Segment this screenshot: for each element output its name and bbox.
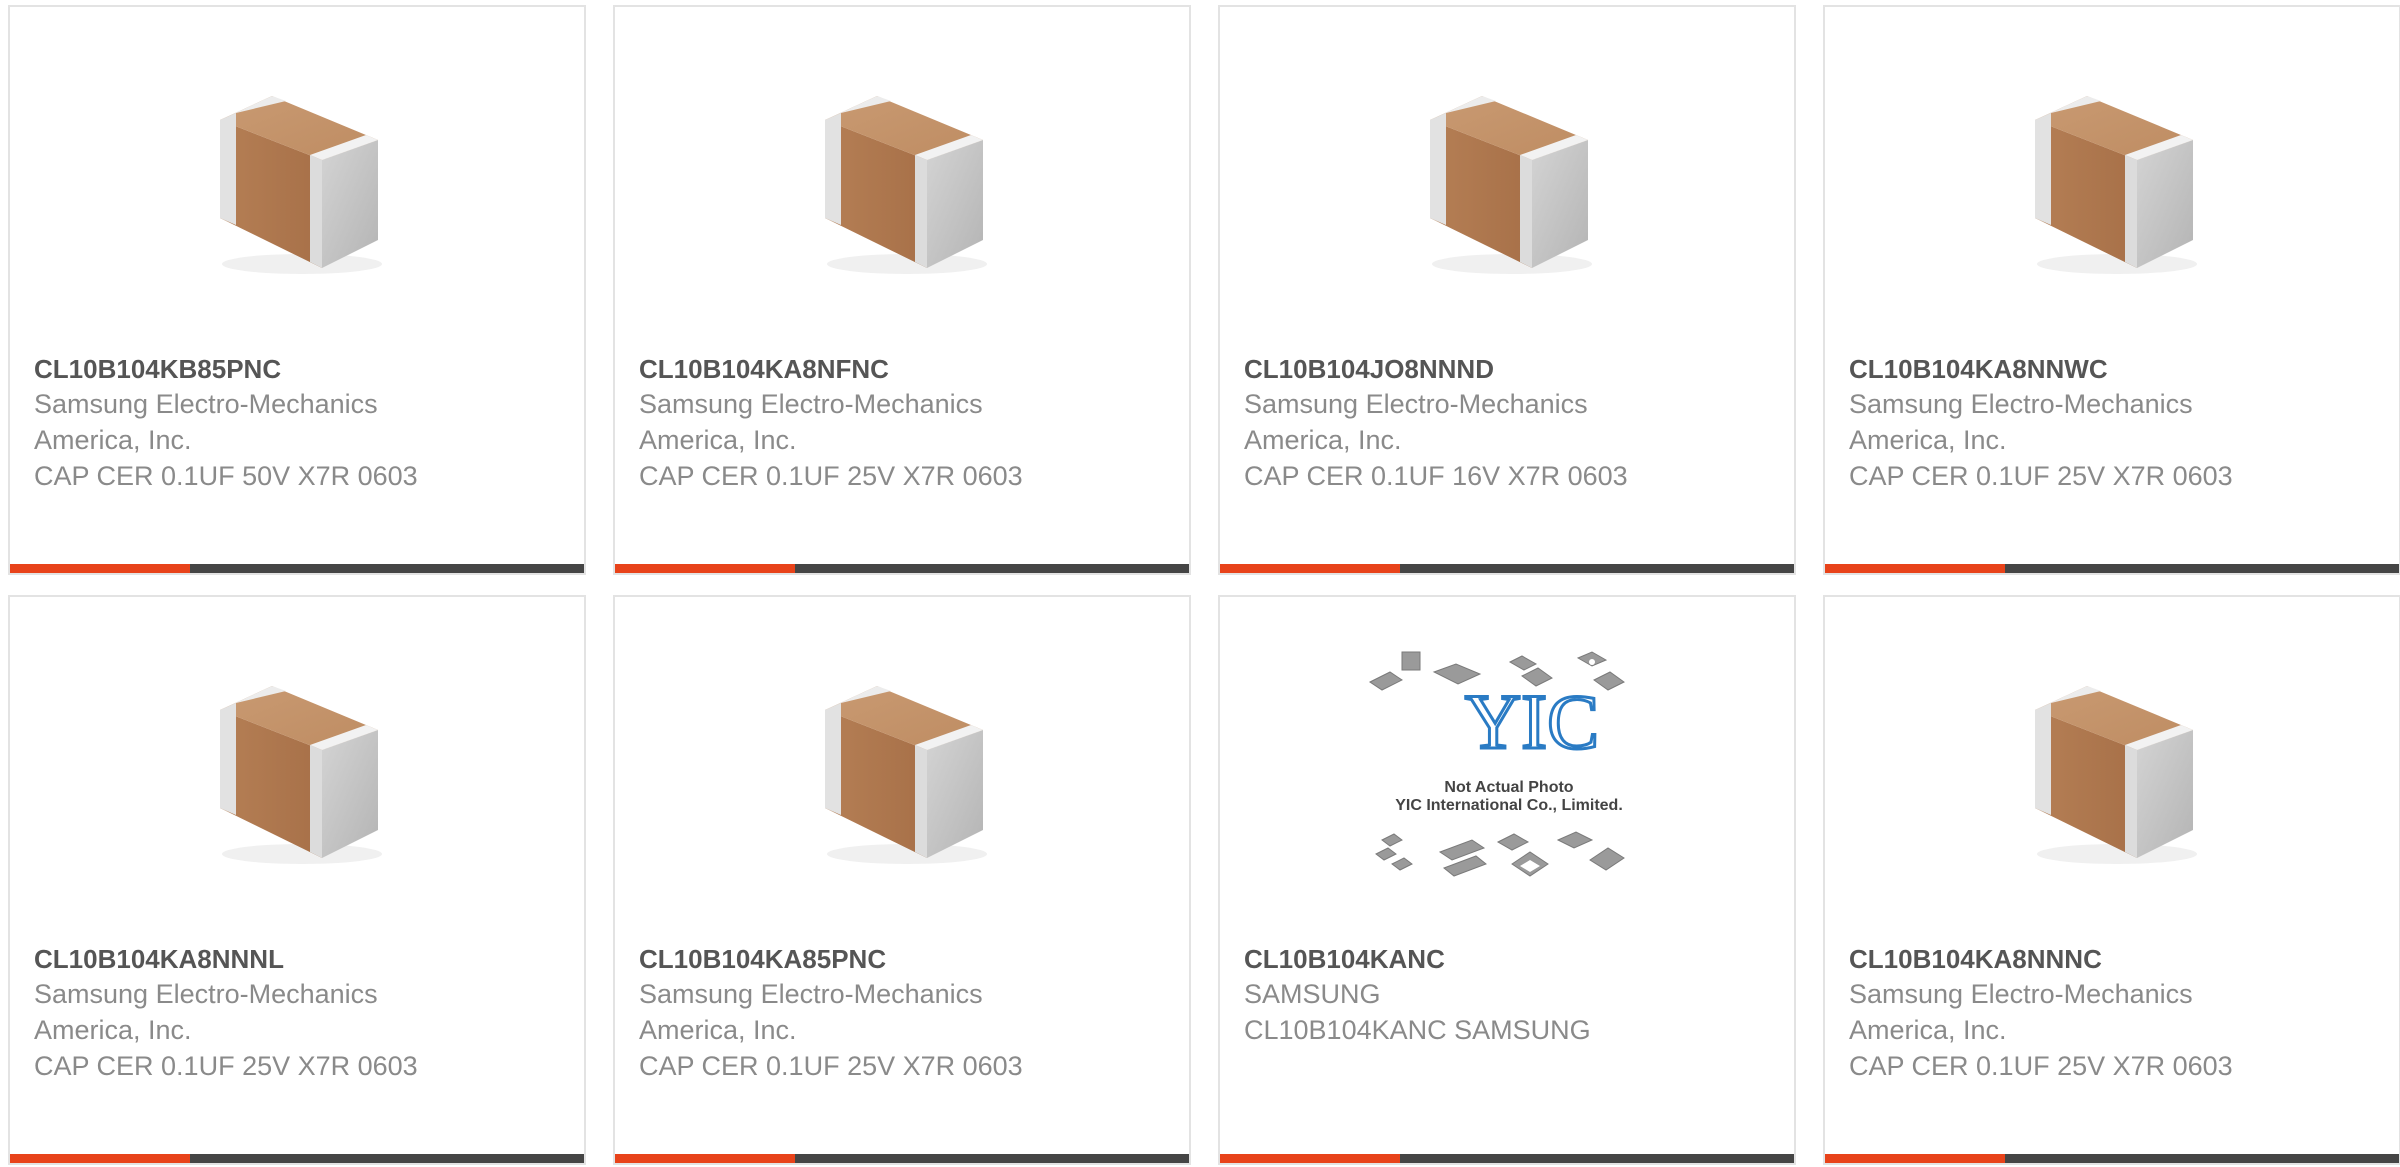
card-bottom-bar (1825, 564, 2399, 573)
product-description: CAP CER 0.1UF 25V X7R 0603 (639, 461, 1023, 491)
manufacturer-line1: Samsung Electro-Mechanics (639, 389, 983, 419)
capacitor-chip-icon[interactable] (615, 67, 1189, 297)
card-accent (615, 564, 795, 573)
part-number[interactable]: CL10B104KA85PNC (639, 942, 1173, 976)
product-card[interactable]: CL10B104KA8NNWC Samsung Electro-Mechanic… (1823, 5, 2400, 575)
product-text: CL10B104KA85PNC Samsung Electro-Mechanic… (639, 942, 1173, 1084)
card-accent (615, 1154, 795, 1163)
product-description: CAP CER 0.1UF 16V X7R 0603 (1244, 461, 1628, 491)
card-bottom-bar (615, 1154, 1189, 1163)
manufacturer-line2: America, Inc. (34, 1015, 192, 1045)
manufacturer-line1: Samsung Electro-Mechanics (1849, 979, 2193, 1009)
product-description: CAP CER 0.1UF 25V X7R 0603 (1849, 1051, 2233, 1081)
svg-text:YIC: YIC (1465, 678, 1599, 765)
part-number[interactable]: CL10B104KA8NNNC (1849, 942, 2383, 976)
placeholder-photo-icon[interactable]: YIC Not Actual Photo YIC International Co.… (1220, 651, 1794, 887)
manufacturer-line2: America, Inc. (1849, 1015, 2007, 1045)
product-card[interactable]: CL10B104JO8NNND Samsung Electro-Mechanic… (1218, 5, 1796, 575)
product-description: CAP CER 0.1UF 50V X7R 0603 (34, 461, 418, 491)
product-card[interactable]: CL10B104KA85PNC Samsung Electro-Mechanic… (613, 595, 1191, 1165)
product-text: CL10B104KA8NNNC Samsung Electro-Mechanic… (1849, 942, 2383, 1084)
manufacturer-line2: CL10B104KANC SAMSUNG (1244, 1015, 1591, 1045)
card-accent (1220, 1154, 1400, 1163)
capacitor-chip-icon[interactable] (615, 657, 1189, 887)
capacitor-chip-icon[interactable] (10, 67, 584, 297)
manufacturer-line1: Samsung Electro-Mechanics (34, 389, 378, 419)
card-bottom-bar (1825, 1154, 2399, 1163)
product-description: CAP CER 0.1UF 25V X7R 0603 (34, 1051, 418, 1081)
product-description: CAP CER 0.1UF 25V X7R 0603 (1849, 461, 2233, 491)
manufacturer-line1: SAMSUNG (1244, 979, 1381, 1009)
card-accent (1220, 564, 1400, 573)
product-description: CAP CER 0.1UF 25V X7R 0603 (639, 1051, 1023, 1081)
svg-text:Not Actual Photo: Not Actual Photo (1444, 779, 1573, 796)
card-accent (1825, 564, 2005, 573)
product-text: CL10B104KA8NNNL Samsung Electro-Mechanic… (34, 942, 568, 1084)
manufacturer-line1: Samsung Electro-Mechanics (1244, 389, 1588, 419)
capacitor-chip-icon[interactable] (1825, 657, 2399, 887)
product-text: CL10B104KANC SAMSUNG CL10B104KANC SAMSUN… (1244, 942, 1778, 1048)
product-card[interactable]: CL10B104KA8NFNC Samsung Electro-Mechanic… (613, 5, 1191, 575)
manufacturer-line1: Samsung Electro-Mechanics (1849, 389, 2193, 419)
card-bottom-bar (1220, 564, 1794, 573)
part-number[interactable]: CL10B104KA8NFNC (639, 352, 1173, 386)
product-card[interactable]: YIC Not Actual Photo YIC International Co.… (1218, 595, 1796, 1165)
product-text: CL10B104KA8NFNC Samsung Electro-Mechanic… (639, 352, 1173, 494)
product-text: CL10B104JO8NNND Samsung Electro-Mechanic… (1244, 352, 1778, 494)
card-accent (10, 564, 190, 573)
manufacturer-line2: America, Inc. (639, 425, 797, 455)
card-bottom-bar (10, 1154, 584, 1163)
manufacturer-line2: America, Inc. (1244, 425, 1402, 455)
part-number[interactable]: CL10B104KA8NNWC (1849, 352, 2383, 386)
part-number[interactable]: CL10B104KB85PNC (34, 352, 568, 386)
part-number[interactable]: CL10B104KA8NNNL (34, 942, 568, 976)
capacitor-chip-icon[interactable] (1220, 67, 1794, 297)
card-bottom-bar (10, 564, 584, 573)
product-card[interactable]: CL10B104KA8NNNC Samsung Electro-Mechanic… (1823, 595, 2400, 1165)
card-accent (1825, 1154, 2005, 1163)
product-text: CL10B104KB85PNC Samsung Electro-Mechanic… (34, 352, 568, 494)
product-grid: CL10B104KB85PNC Samsung Electro-Mechanic… (8, 5, 2400, 1165)
product-card[interactable]: CL10B104KA8NNNL Samsung Electro-Mechanic… (8, 595, 586, 1165)
manufacturer-line2: America, Inc. (639, 1015, 797, 1045)
manufacturer-line2: America, Inc. (1849, 425, 2007, 455)
card-accent (10, 1154, 190, 1163)
svg-text:YIC International Co., Limited: YIC International Co., Limited. (1395, 797, 1623, 814)
capacitor-chip-icon[interactable] (10, 657, 584, 887)
product-card[interactable]: CL10B104KB85PNC Samsung Electro-Mechanic… (8, 5, 586, 575)
capacitor-chip-icon[interactable] (1825, 67, 2399, 297)
card-bottom-bar (615, 564, 1189, 573)
manufacturer-line1: Samsung Electro-Mechanics (639, 979, 983, 1009)
card-bottom-bar (1220, 1154, 1794, 1163)
manufacturer-line1: Samsung Electro-Mechanics (34, 979, 378, 1009)
part-number[interactable]: CL10B104JO8NNND (1244, 352, 1778, 386)
manufacturer-line2: America, Inc. (34, 425, 192, 455)
part-number[interactable]: CL10B104KANC (1244, 942, 1778, 976)
product-text: CL10B104KA8NNWC Samsung Electro-Mechanic… (1849, 352, 2383, 494)
